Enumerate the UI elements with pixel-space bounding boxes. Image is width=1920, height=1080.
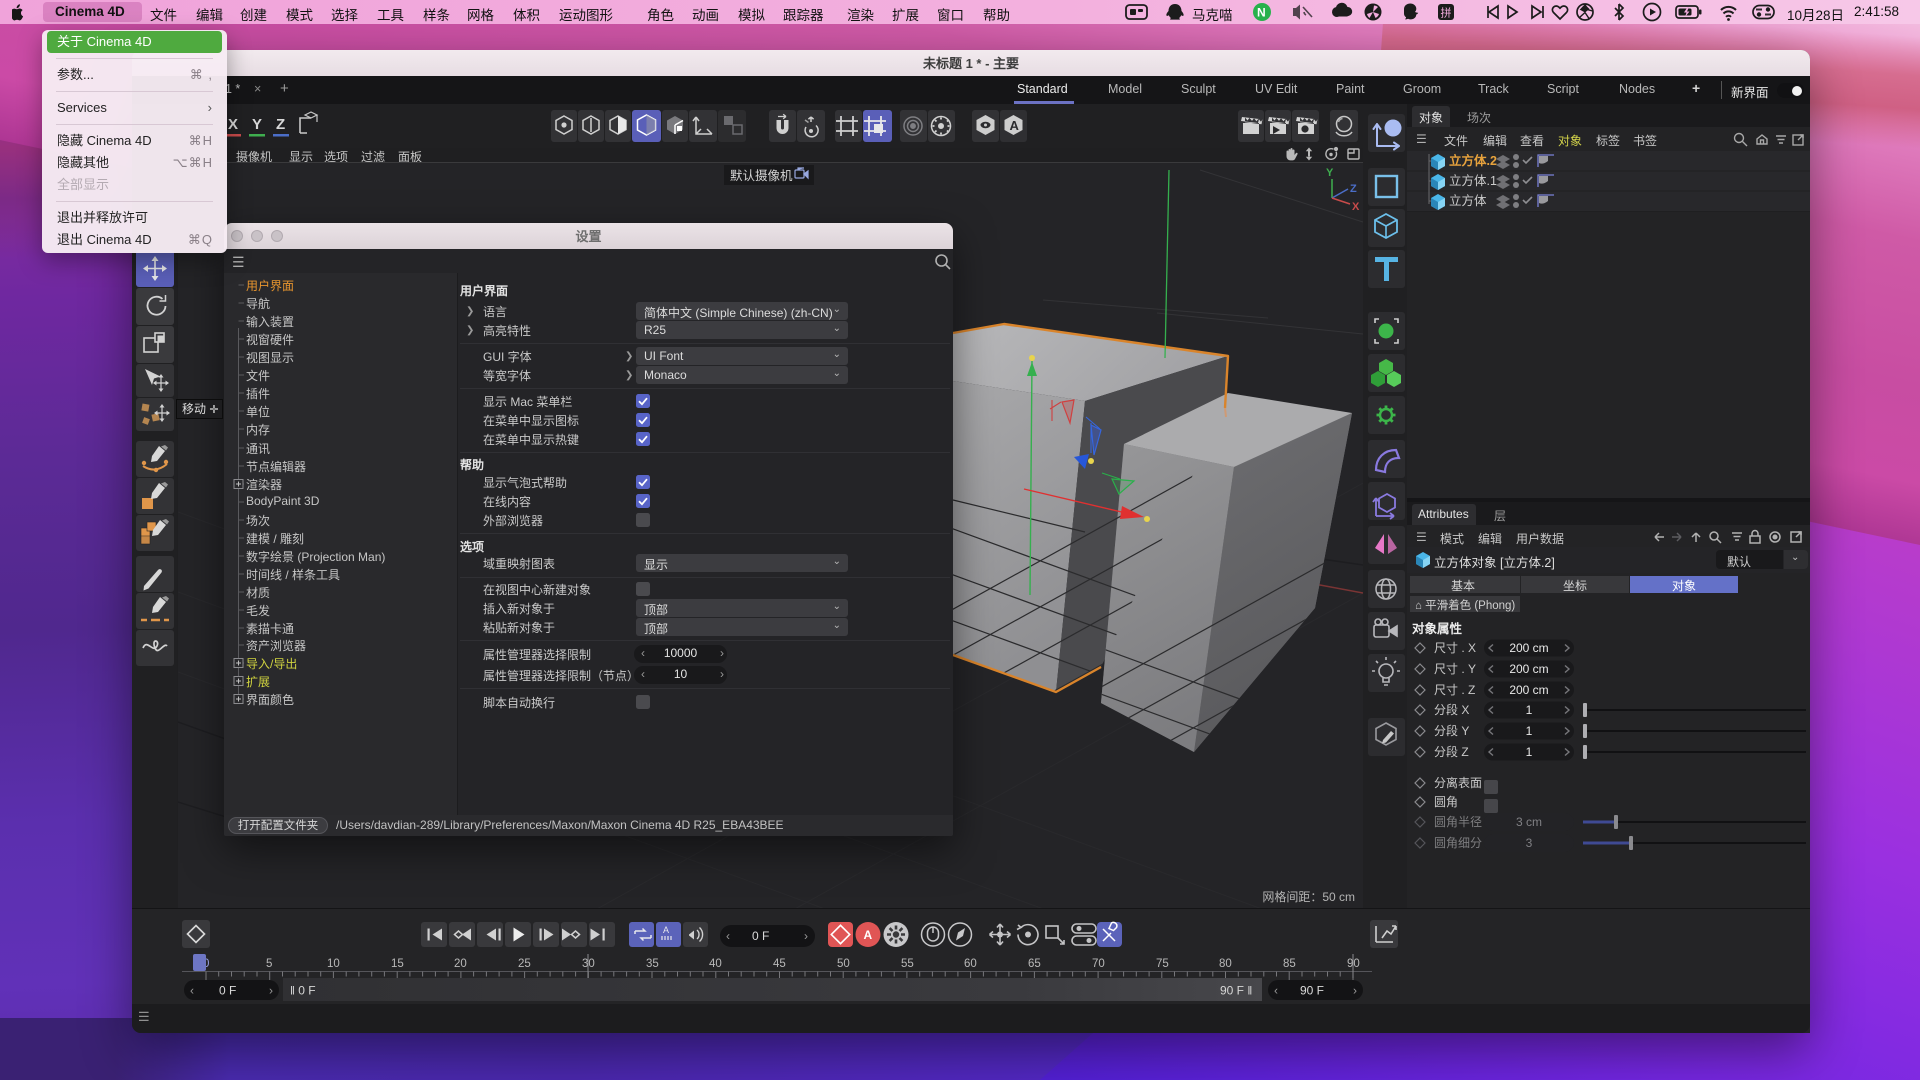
svg-text:‖ 0 F: ‖ 0 F: [290, 984, 316, 998]
svg-text:›: ›: [804, 929, 808, 943]
svg-text:40: 40: [709, 958, 722, 970]
svg-text:‹: ‹: [726, 929, 730, 943]
svg-text:80: 80: [1219, 958, 1232, 970]
svg-text:75: 75: [1156, 958, 1169, 970]
svg-text:200 cm: 200 cm: [1509, 641, 1548, 655]
svg-text:X: X: [228, 116, 238, 133]
svg-text:默认摄像机: 默认摄像机: [730, 168, 793, 183]
svg-text:A: A: [1010, 118, 1020, 133]
svg-text:圆角细分: 圆角细分: [1434, 836, 1482, 850]
svg-text:200 cm: 200 cm: [1509, 662, 1548, 676]
svg-text:›: ›: [1353, 984, 1357, 998]
svg-text:尺寸 . Z: 尺寸 . Z: [1434, 683, 1475, 697]
svg-text:15: 15: [391, 958, 404, 970]
svg-text:A: A: [864, 928, 873, 942]
svg-text:85: 85: [1283, 958, 1296, 970]
svg-text:分段 X: 分段 X: [1434, 702, 1469, 717]
svg-text:90 F ‖: 90 F ‖: [1220, 984, 1252, 998]
svg-text:尺寸 . Y: 尺寸 . Y: [1434, 662, 1476, 676]
svg-text:90 F: 90 F: [1300, 984, 1324, 998]
svg-text:60: 60: [964, 958, 977, 970]
svg-text:N: N: [1257, 6, 1266, 20]
svg-text:Z: Z: [1350, 183, 1357, 195]
svg-text:尺寸 . X: 尺寸 . X: [1434, 641, 1476, 655]
svg-text:1: 1: [1526, 745, 1533, 759]
svg-text:Y: Y: [1326, 167, 1334, 179]
svg-text:立方体.2: 立方体.2: [1449, 153, 1497, 168]
svg-text:10: 10: [327, 958, 340, 970]
svg-text:45: 45: [773, 958, 786, 970]
svg-text:35: 35: [646, 958, 659, 970]
svg-text:圆角半径: 圆角半径: [1434, 815, 1482, 829]
svg-text:20: 20: [454, 958, 467, 970]
svg-text:分段 Y: 分段 Y: [1434, 723, 1469, 738]
svg-text:›: ›: [269, 984, 273, 998]
svg-text:55: 55: [901, 958, 914, 970]
svg-text:立方体.1: 立方体.1: [1449, 173, 1497, 188]
svg-text:25: 25: [518, 958, 531, 970]
svg-text:3 cm: 3 cm: [1516, 815, 1542, 829]
svg-text:‹: ‹: [190, 984, 194, 998]
svg-text:1: 1: [1526, 703, 1533, 717]
svg-text:3: 3: [1526, 836, 1533, 850]
svg-text:分离表面: 分离表面: [1434, 775, 1482, 790]
svg-text:200 cm: 200 cm: [1509, 683, 1548, 697]
svg-text:分段 Z: 分段 Z: [1434, 744, 1469, 759]
svg-text:X: X: [1352, 201, 1360, 213]
svg-text:‹: ‹: [1274, 984, 1278, 998]
svg-text:网格间距：50 cm: 网格间距：50 cm: [1262, 889, 1355, 904]
svg-text:立方体: 立方体: [1449, 193, 1487, 208]
svg-text:65: 65: [1028, 958, 1041, 970]
svg-text:Y: Y: [252, 116, 262, 133]
svg-text:0 F: 0 F: [219, 984, 236, 998]
svg-text:A: A: [663, 925, 669, 935]
svg-text:Z: Z: [276, 116, 285, 133]
svg-text:圆角: 圆角: [1434, 795, 1458, 809]
svg-text:70: 70: [1092, 958, 1105, 970]
svg-text:50: 50: [837, 958, 850, 970]
svg-text:1: 1: [1526, 724, 1533, 738]
svg-text:5: 5: [266, 958, 272, 970]
svg-text:拼: 拼: [1441, 6, 1452, 20]
svg-text:0 F: 0 F: [752, 929, 769, 943]
